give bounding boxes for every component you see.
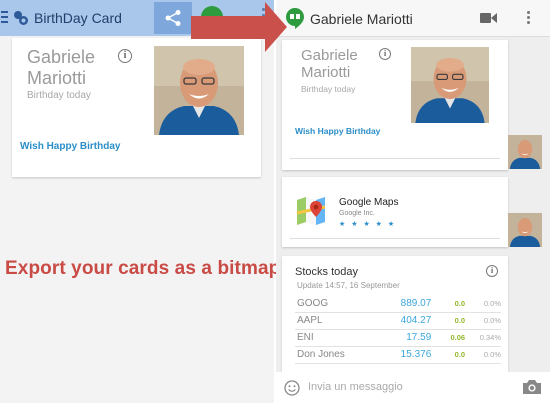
stock-percent: 0.34% <box>469 329 501 347</box>
stock-symbol: Don Jones <box>295 346 378 364</box>
stock-symbol: GOOG <box>295 295 378 313</box>
app-card-title: Google Maps <box>339 197 399 208</box>
message-stocks-card: Stocks today Update 14:57, 16 September … <box>282 256 508 372</box>
wish-happy-birthday-link[interactable]: Wish Happy Birthday <box>20 141 120 152</box>
hangouts-icon[interactable] <box>285 7 305 30</box>
share-button[interactable] <box>154 2 192 34</box>
card-subtitle: Birthday today <box>27 90 91 101</box>
contact-photo <box>411 47 489 123</box>
stock-change: 0.06 <box>437 329 470 347</box>
hamburger-icon[interactable] <box>1 11 9 23</box>
stock-symbol: ENI <box>295 329 378 347</box>
camera-icon[interactable] <box>522 379 542 395</box>
stock-percent: 0.0% <box>469 346 501 364</box>
card-subtitle: Birthday today <box>301 84 356 94</box>
stock-change: 0.0 <box>437 295 470 313</box>
table-row: ENI 17.59 0.06 0.34% <box>295 329 501 347</box>
info-icon[interactable]: i <box>118 49 132 63</box>
divider <box>290 238 500 239</box>
stock-percent: 0.0% <box>469 295 501 313</box>
stock-value: 17.59 <box>377 329 438 347</box>
stock-value: 404.27 <box>377 312 438 330</box>
message-birthday-card: Gabriele Mariotti Birthday today i Wish … <box>282 40 508 170</box>
stock-value: 15.376 <box>377 346 438 364</box>
app-logo-icon[interactable] <box>13 10 29 26</box>
stocks-title: Stocks today <box>295 266 358 278</box>
info-icon[interactable]: i <box>379 48 391 60</box>
stock-change: 0.0 <box>437 312 470 330</box>
avatar <box>508 135 542 169</box>
more-vert-icon[interactable] <box>527 11 531 26</box>
conversation-title: Gabriele Mariotti <box>310 11 413 27</box>
message-input[interactable]: Invia un messaggio <box>308 381 403 393</box>
message-app-card: Google Maps Google Inc. ★ ★ ★ ★ ★ <box>282 177 508 247</box>
card-name: Gabriele Mariotti <box>27 47 96 88</box>
wish-happy-birthday-link[interactable]: Wish Happy Birthday <box>295 126 380 136</box>
app-title: BirthDay Card <box>34 10 122 26</box>
video-camera-icon[interactable] <box>480 12 497 24</box>
caption-export-cards: Export your cards as a bitmap <box>5 258 281 279</box>
google-maps-icon[interactable] <box>295 195 327 227</box>
stock-percent: 0.0% <box>469 312 501 330</box>
divider <box>290 158 500 159</box>
table-row: AAPL 404.27 0.0 0.0% <box>295 312 501 330</box>
stocks-table: GOOG 889.07 0.0 0.0% AAPL 404.27 0.0 0.0% ENI 17.… <box>295 295 501 364</box>
stock-symbol: AAPL <box>295 312 378 330</box>
emoji-icon[interactable] <box>284 380 300 396</box>
avatar <box>508 213 542 247</box>
left-panel: BirthDay Card Gabriele Mariotti Birthday… <box>0 0 280 403</box>
compose-bar: Invia un messaggio <box>276 372 550 403</box>
contact-photo <box>154 46 244 135</box>
left-app-bar: BirthDay Card <box>0 0 274 36</box>
rating-stars: ★ ★ ★ ★ ★ <box>339 221 397 228</box>
table-row: Don Jones 15.376 0.0 0.0% <box>295 346 501 364</box>
stock-change: 0.0 <box>437 346 470 364</box>
stock-value: 889.07 <box>377 295 438 313</box>
more-vert-icon[interactable] <box>262 8 266 26</box>
hangouts-app-bar: Gabriele Mariotti <box>276 0 550 37</box>
hangouts-share-target-icon[interactable] <box>201 6 223 28</box>
share-icon <box>165 10 181 26</box>
right-panel: Gabriele Mariotti Gabriele Mariotti Birt… <box>276 0 550 403</box>
app-card-publisher: Google Inc. <box>339 210 375 217</box>
birthday-card: Gabriele Mariotti Birthday today i Wish … <box>12 38 261 177</box>
table-row: GOOG 889.07 0.0 0.0% <box>295 295 501 313</box>
stocks-update-time: Update 14:57, 16 September <box>297 281 400 290</box>
info-icon[interactable]: i <box>486 265 498 277</box>
card-name: Gabriele Mariotti <box>301 47 358 81</box>
